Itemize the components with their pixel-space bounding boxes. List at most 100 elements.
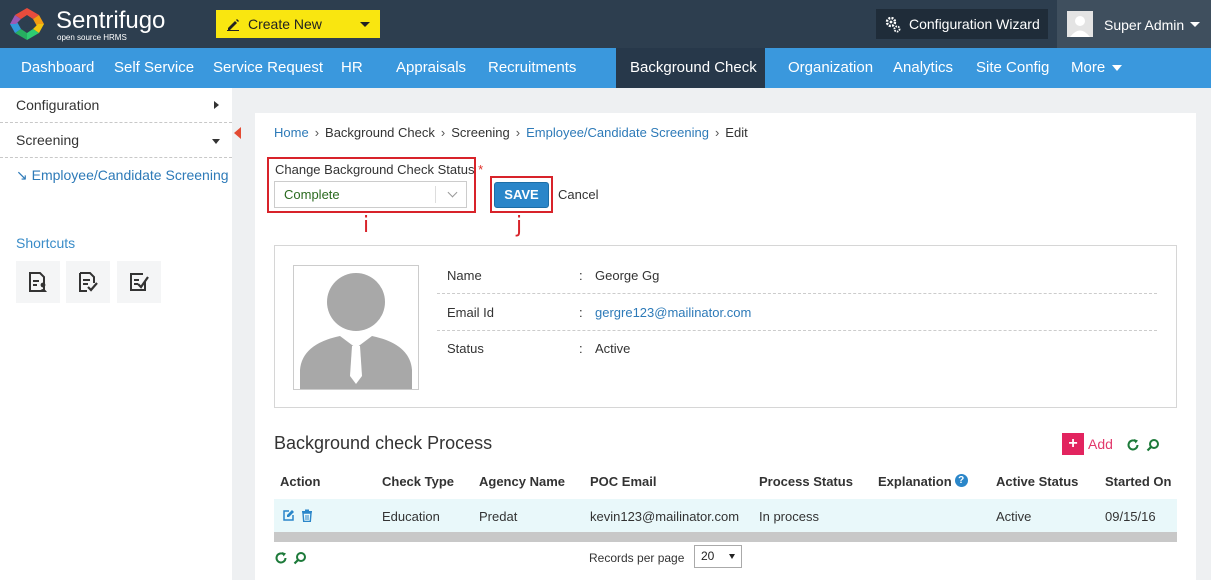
configuration-wizard-label: Configuration Wizard bbox=[909, 16, 1040, 32]
callout-label-j: j bbox=[516, 213, 523, 238]
top-bar: Z Sentrifugo open source HRMS Create New… bbox=[0, 0, 1211, 48]
document-check-icon bbox=[79, 272, 98, 292]
pencil-icon bbox=[227, 19, 239, 31]
shortcut-document-check[interactable] bbox=[66, 261, 110, 303]
column-header-label: Explanation bbox=[878, 474, 952, 489]
configuration-wizard-button[interactable]: Configuration Wizard bbox=[876, 9, 1048, 39]
column-header: Action bbox=[280, 474, 321, 489]
nav-item-dashboard[interactable]: Dashboard bbox=[21, 48, 94, 88]
breadcrumb-background-check: Background Check bbox=[325, 125, 435, 140]
column-header[interactable]: Check Type bbox=[382, 474, 454, 489]
edit-icon[interactable] bbox=[282, 509, 295, 522]
sidebar-item-label: Employee/Candidate Screening bbox=[31, 167, 229, 183]
main-content: Home › Background Check › Screening › Employee… bbox=[255, 113, 1196, 580]
candidate-photo bbox=[293, 265, 419, 390]
name-key: Name bbox=[447, 268, 482, 283]
cell-started-on: 09/15/16 bbox=[1105, 509, 1156, 524]
create-new-label: Create New bbox=[248, 16, 322, 32]
column-header[interactable]: Started On bbox=[1105, 474, 1171, 489]
gears-icon bbox=[885, 16, 901, 33]
nav-item-self-service[interactable]: Self Service bbox=[114, 48, 194, 88]
refresh-icon[interactable] bbox=[274, 551, 288, 565]
trash-icon[interactable] bbox=[301, 509, 313, 522]
status-select-value: Complete bbox=[284, 187, 340, 202]
shortcuts-label: Shortcuts bbox=[16, 235, 76, 251]
colon: : bbox=[579, 341, 583, 356]
cell-agency-name: Predat bbox=[479, 509, 518, 524]
email-value[interactable]: gergre123@mailinator.com bbox=[595, 305, 751, 320]
svg-text:Z: Z bbox=[22, 19, 31, 34]
sidebar: Configuration Screening ↘ Employee/Candi… bbox=[0, 88, 232, 580]
nav-item-service-request[interactable]: Service Request bbox=[213, 48, 323, 88]
brand-tagline: open source HRMS bbox=[57, 33, 127, 42]
background-check-status-select[interactable]: Complete bbox=[274, 181, 467, 208]
nav-item-appraisals[interactable]: Appraisals bbox=[396, 48, 466, 88]
horizontal-scrollbar[interactable] bbox=[274, 532, 1177, 542]
help-icon[interactable]: ? bbox=[954, 474, 968, 487]
sidebar-item-configuration[interactable]: Configuration bbox=[0, 88, 232, 123]
chevron-down-icon bbox=[729, 554, 735, 559]
add-label: Add bbox=[1088, 436, 1113, 452]
nav-more-label: More bbox=[1071, 59, 1106, 76]
records-per-page-value: 20 bbox=[701, 549, 715, 563]
breadcrumb-screening: Screening bbox=[451, 125, 510, 140]
cell-active-status: Active bbox=[996, 509, 1032, 524]
nav-item-background-check[interactable]: Background Check bbox=[616, 48, 765, 88]
checkbox-edit-icon bbox=[130, 273, 149, 291]
create-new-button[interactable]: Create New bbox=[216, 10, 380, 38]
nav-item-organization[interactable]: Organization bbox=[788, 48, 873, 88]
profile-row-name: Name : George Gg bbox=[437, 258, 1157, 294]
sidebar-item-label: Configuration bbox=[16, 97, 100, 113]
breadcrumb-employee-candidate-screening[interactable]: Employee/Candidate Screening bbox=[526, 125, 709, 140]
breadcrumb: Home › Background Check › Screening › Employee… bbox=[274, 125, 748, 140]
profile-row-email: Email Id : gergre123@mailinator.com bbox=[437, 295, 1157, 331]
column-header[interactable]: Process Status bbox=[759, 474, 853, 489]
chevron-down-icon bbox=[447, 187, 458, 198]
status-label-text: Change Background Check Status bbox=[275, 162, 475, 177]
records-per-page-select[interactable]: 20 bbox=[694, 545, 742, 568]
callout-label-i: i bbox=[363, 213, 370, 238]
records-per-page-label: Records per page bbox=[589, 551, 685, 565]
column-header-explanation[interactable]: Explanation? bbox=[878, 474, 968, 489]
shortcut-edit-check[interactable] bbox=[117, 261, 161, 303]
save-button[interactable]: SAVE bbox=[494, 182, 549, 208]
chevron-down-icon bbox=[1190, 22, 1200, 27]
chevron-right-icon bbox=[214, 101, 219, 109]
column-header[interactable]: POC Email bbox=[590, 474, 656, 489]
search-icon[interactable] bbox=[1146, 438, 1160, 452]
nav-item-analytics[interactable]: Analytics bbox=[893, 48, 953, 88]
refresh-icon[interactable] bbox=[1126, 438, 1140, 452]
sidebar-collapse-toggle[interactable] bbox=[234, 127, 241, 139]
sidebar-item-screening[interactable]: Screening bbox=[0, 123, 232, 158]
sidebar-item-employee-candidate-screening[interactable]: ↘ Employee/Candidate Screening bbox=[16, 167, 229, 184]
nav-item-recruitments[interactable]: Recruitments bbox=[488, 48, 576, 88]
sidebar-item-label: Screening bbox=[16, 132, 80, 148]
chevron-down-icon bbox=[360, 22, 370, 27]
required-mark: * bbox=[478, 162, 484, 177]
select-divider bbox=[435, 186, 436, 203]
candidate-profile-card: Name : George Gg Email Id : gergre123@ma… bbox=[274, 245, 1177, 408]
search-icon[interactable] bbox=[293, 551, 307, 565]
add-button[interactable]: + Add bbox=[1062, 433, 1113, 455]
nav-item-hr[interactable]: HR bbox=[341, 48, 363, 88]
breadcrumb-separator: › bbox=[314, 125, 320, 140]
column-header[interactable]: Active Status bbox=[996, 474, 1078, 489]
breadcrumb-home[interactable]: Home bbox=[274, 125, 309, 140]
colon: : bbox=[579, 268, 583, 283]
profile-row-status: Status : Active bbox=[437, 331, 1157, 367]
nav-item-more[interactable]: More bbox=[1071, 48, 1123, 88]
cell-check-type: Education bbox=[382, 509, 440, 524]
logo[interactable]: Z Sentrifugo open source HRMS bbox=[8, 6, 173, 42]
cancel-button[interactable]: Cancel bbox=[558, 187, 598, 202]
name-value: George Gg bbox=[595, 268, 660, 283]
main-nav: Dashboard Self Service Service Request H… bbox=[0, 48, 1211, 88]
breadcrumb-edit: Edit bbox=[725, 125, 748, 140]
breadcrumb-separator: › bbox=[714, 125, 720, 140]
nav-item-site-config[interactable]: Site Config bbox=[976, 48, 1049, 88]
user-menu[interactable]: Super Admin bbox=[1057, 0, 1211, 48]
table-header: Action Check Type Agency Name POC Email … bbox=[274, 466, 1177, 496]
table-row: Education Predat kevin123@mailinator.com… bbox=[274, 499, 1177, 532]
shortcut-employee-report[interactable] bbox=[16, 261, 60, 303]
column-header[interactable]: Agency Name bbox=[479, 474, 565, 489]
user-avatar-icon bbox=[1067, 11, 1093, 37]
